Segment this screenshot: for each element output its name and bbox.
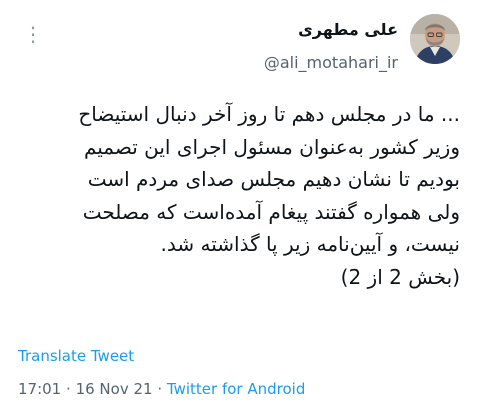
tweet-text-line: بودیم تا نشان دهیم مجلس صدای مردم است bbox=[87, 167, 460, 191]
more-options-button[interactable]: ⋮ bbox=[18, 22, 48, 46]
avatar[interactable] bbox=[410, 14, 460, 64]
tweet-text-line: ... ما در مجلس دهم تا روز آخر دنبال استی… bbox=[78, 102, 460, 126]
tweet-source-link[interactable]: Twitter for Android bbox=[167, 380, 305, 398]
tweet-text-line: ولی همواره گفتند پیغام آمده‌است که مصلحت bbox=[82, 199, 460, 224]
avatar-image bbox=[410, 14, 460, 64]
tweet-meta: 17:01 · 16 Nov 21 · Twitter for Android bbox=[18, 380, 305, 398]
meta-separator: · bbox=[157, 380, 163, 398]
tweet-text-line: وزیر کشور به‌عنوان مسئول اجرای این تصمیم bbox=[83, 134, 460, 159]
meta-separator: · bbox=[66, 380, 71, 398]
author-handle[interactable]: @ali_motahari_ir bbox=[264, 53, 398, 72]
tweet-text: ... ما در مجلس دهم تا روز آخر دنبال استی… bbox=[18, 98, 460, 293]
translate-tweet-link[interactable]: Translate Tweet bbox=[18, 347, 134, 365]
more-dots-icon: ⋮ bbox=[23, 22, 43, 46]
author-display-name[interactable]: علی مطهری bbox=[298, 20, 398, 39]
tweet-text-line: (بخش 2 از 2) bbox=[340, 264, 460, 289]
tweet-time[interactable]: 17:01 bbox=[18, 380, 61, 398]
tweet-text-line: نیست، و آیین‌نامه زیر پا گذاشته شد. bbox=[160, 232, 460, 256]
tweet-date[interactable]: 16 Nov 21 bbox=[76, 380, 153, 398]
